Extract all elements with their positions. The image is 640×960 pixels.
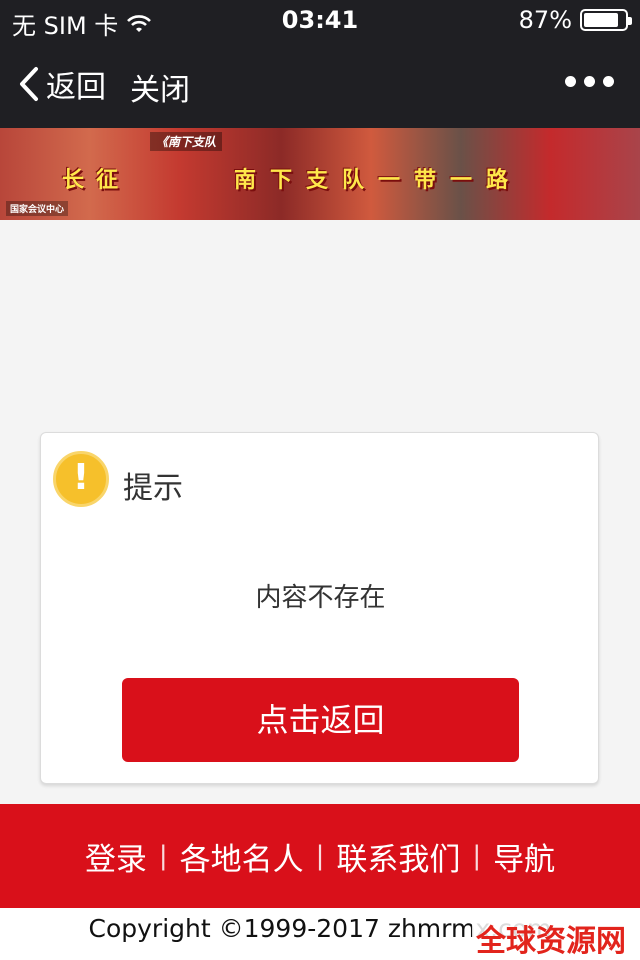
battery-percent: 87%	[518, 6, 572, 34]
status-bar: 无 SIM 卡 03:41 87%	[0, 0, 640, 40]
chevron-left-icon	[20, 67, 38, 101]
footer-link-login[interactable]: 登录	[73, 834, 159, 879]
alert-icon: !	[53, 451, 109, 507]
return-button[interactable]: 点击返回	[122, 678, 519, 762]
notice-dialog: ! 提示 内容不存在 点击返回	[40, 432, 599, 784]
battery-icon	[580, 9, 632, 31]
more-dot-icon	[584, 76, 595, 87]
more-dot-icon	[603, 76, 614, 87]
footer-link-contact[interactable]: 联系我们	[324, 834, 472, 879]
back-button[interactable]: 返回	[18, 62, 106, 106]
header-banner: 《南下支队 长征 南下支队一带一路 国家会议中心	[0, 128, 640, 220]
watermark-text: 全球资源网	[472, 916, 630, 960]
dialog-message: 内容不存在	[255, 583, 386, 613]
close-button[interactable]: 关闭	[130, 65, 190, 109]
back-label: 返回	[46, 70, 106, 105]
footer-link-navigation[interactable]: 导航	[481, 834, 567, 879]
battery-fill	[584, 13, 619, 27]
nav-bar: 返回 关闭	[0, 40, 640, 128]
footer-nav: 登录 | 各地名人 | 联系我们 | 导航	[0, 804, 640, 908]
footer-separator: |	[472, 841, 482, 871]
banner-tag: 《南下支队	[150, 132, 223, 151]
banner-slogan-left: 长征	[62, 168, 131, 193]
footer-separator: |	[315, 841, 325, 871]
footer-separator: |	[158, 841, 168, 871]
status-right: 87%	[518, 6, 632, 34]
more-dot-icon	[565, 76, 576, 87]
banner-slogan-right: 南下支队一带一路	[234, 168, 523, 193]
footer-link-celebrities[interactable]: 各地名人	[168, 834, 316, 879]
more-menu-button[interactable]	[565, 76, 614, 87]
dialog-title: 提示	[123, 471, 183, 506]
banner-logo: 国家会议中心	[6, 201, 69, 216]
